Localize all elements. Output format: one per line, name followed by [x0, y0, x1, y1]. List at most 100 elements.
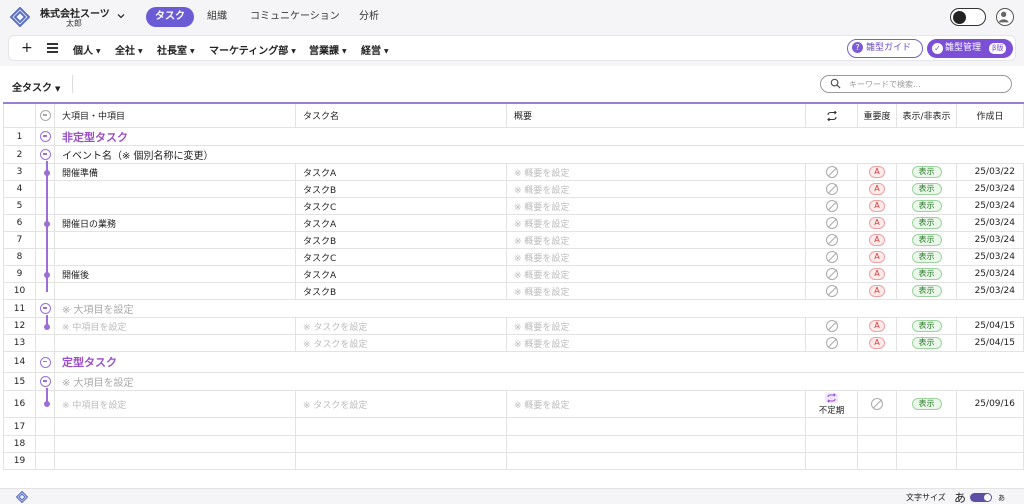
table-row[interactable]: 17 [3, 418, 1024, 436]
table-row[interactable]: 10 タスクB ※ 概要を設定 A 表示 25/03/24 [3, 283, 1024, 300]
task-summary[interactable]: ※ 概要を設定 [507, 249, 806, 265]
empty-cell[interactable] [957, 418, 1024, 435]
repeat-cell[interactable] [806, 198, 858, 214]
add-button[interactable]: + [21, 40, 33, 56]
empty-cell[interactable] [806, 436, 858, 452]
repeat-cell[interactable] [806, 266, 858, 282]
task-summary[interactable]: ※ 概要を設定 [507, 335, 806, 351]
priority-badge[interactable]: A [869, 251, 885, 263]
priority-badge[interactable]: A [869, 166, 885, 178]
tab-analysis[interactable]: 分析 [350, 7, 388, 27]
mid-item-label[interactable] [55, 181, 296, 197]
empty-cell[interactable] [55, 453, 296, 469]
table-row[interactable]: 3 開催準備 タスクA ※ 概要を設定 A 表示 25/03/22 [3, 164, 1024, 181]
tab-organization[interactable]: 組織 [198, 7, 236, 27]
task-summary[interactable]: ※ 概要を設定 [507, 391, 806, 417]
visibility-cell[interactable]: 表示 [897, 266, 957, 282]
collapse-icon[interactable] [39, 131, 51, 142]
visibility-cell[interactable]: 表示 [897, 232, 957, 248]
priority-cell[interactable]: A [858, 215, 897, 231]
task-summary[interactable]: ※ 概要を設定 [507, 181, 806, 197]
task-name[interactable]: タスクA [296, 164, 507, 180]
task-summary[interactable]: ※ 概要を設定 [507, 215, 806, 231]
chevron-down-icon[interactable] [116, 11, 126, 21]
priority-cell[interactable]: A [858, 164, 897, 180]
filter-marketing[interactable]: マーケティング部 ▼ [209, 42, 296, 57]
mid-item-label[interactable]: ※ 中項目を設定 [55, 391, 296, 417]
menu-icon[interactable] [47, 43, 58, 53]
empty-cell[interactable] [957, 436, 1024, 452]
task-name[interactable]: タスクC [296, 198, 507, 214]
repeat-cell[interactable] [806, 215, 858, 231]
table-row[interactable]: 16 ※ 中項目を設定 ※ タスクを設定 ※ 概要を設定 不定期 表示 25/09/16 [3, 391, 1024, 418]
empty-cell[interactable] [806, 453, 858, 469]
task-name[interactable]: タスクB [296, 181, 507, 197]
task-summary[interactable]: ※ 概要を設定 [507, 283, 806, 299]
mid-item-label[interactable]: 開催準備 [55, 164, 296, 180]
table-row[interactable]: 4 タスクB ※ 概要を設定 A 表示 25/03/24 [3, 181, 1024, 198]
mid-item-label[interactable] [55, 198, 296, 214]
table-row[interactable]: 5 タスクC ※ 概要を設定 A 表示 25/03/24 [3, 198, 1024, 215]
filter-management[interactable]: 経営 ▼ [361, 42, 389, 57]
font-size-slider[interactable] [970, 493, 992, 502]
collapse-icon[interactable] [39, 356, 51, 368]
table-row[interactable]: 12 ※ 中項目を設定 ※ タスクを設定 ※ 概要を設定 A 表示 25/04/15 [3, 318, 1024, 335]
collapse-icon[interactable] [39, 149, 51, 160]
mid-item-label[interactable] [55, 335, 296, 351]
repeat-cell[interactable] [806, 283, 858, 299]
visibility-badge[interactable]: 表示 [911, 200, 942, 212]
collapse-icon[interactable] [39, 376, 51, 387]
priority-badge[interactable]: A [869, 183, 885, 195]
font-size-large[interactable]: あ [954, 489, 966, 504]
template-manage-button[interactable]: ✓ 雛型管理 β版 [927, 39, 1013, 58]
visibility-cell[interactable]: 表示 [897, 198, 957, 214]
tab-communication[interactable]: コミュニケーション [241, 7, 349, 27]
visibility-cell[interactable]: 表示 [897, 215, 957, 231]
task-name[interactable]: タスクB [296, 232, 507, 248]
empty-cell[interactable] [897, 453, 957, 469]
task-summary[interactable]: ※ 概要を設定 [507, 198, 806, 214]
repeat-cell[interactable] [806, 318, 858, 334]
section-title[interactable]: 非定型タスク [55, 128, 1024, 145]
repeat-cell[interactable] [806, 249, 858, 265]
empty-cell[interactable] [296, 436, 507, 452]
section-title[interactable]: 定型タスク [55, 352, 1024, 372]
priority-cell[interactable]: A [858, 232, 897, 248]
empty-cell[interactable] [897, 436, 957, 452]
visibility-badge[interactable]: 表示 [911, 166, 942, 178]
priority-badge[interactable]: A [869, 285, 885, 297]
visibility-badge[interactable]: 表示 [911, 251, 942, 263]
mid-item-label[interactable] [55, 283, 296, 299]
empty-cell[interactable] [858, 418, 897, 435]
empty-cell[interactable] [858, 453, 897, 469]
font-size-small[interactable]: あ [998, 493, 1005, 503]
task-summary[interactable]: ※ 概要を設定 [507, 318, 806, 334]
filter-president-office[interactable]: 社長室 ▼ [157, 42, 195, 57]
repeat-cell[interactable] [806, 335, 858, 351]
mid-item-label[interactable]: 開催後 [55, 266, 296, 282]
table-row[interactable]: 15 ※ 大項目を設定 [3, 373, 1024, 391]
repeat-cell[interactable] [806, 164, 858, 180]
visibility-badge[interactable]: 表示 [911, 217, 942, 229]
table-row[interactable]: 13 ※ タスクを設定 ※ 概要を設定 A 表示 25/04/15 [3, 335, 1024, 352]
mid-item-label[interactable]: 開催日の業務 [55, 215, 296, 231]
visibility-cell[interactable]: 表示 [897, 283, 957, 299]
visibility-badge[interactable]: 表示 [911, 234, 942, 246]
priority-badge[interactable]: A [869, 200, 885, 212]
empty-cell[interactable] [858, 436, 897, 452]
visibility-badge[interactable]: 表示 [911, 183, 942, 195]
mid-item-label[interactable] [55, 232, 296, 248]
empty-cell[interactable] [55, 418, 296, 435]
task-summary[interactable]: ※ 概要を設定 [507, 164, 806, 180]
empty-cell[interactable] [507, 418, 806, 435]
collapse-icon[interactable] [39, 303, 51, 314]
priority-cell[interactable]: A [858, 181, 897, 197]
empty-cell[interactable] [897, 418, 957, 435]
section-row[interactable]: 14 定型タスク [3, 352, 1024, 373]
visibility-badge[interactable]: 表示 [911, 268, 942, 280]
table-row[interactable]: 7 タスクB ※ 概要を設定 A 表示 25/03/24 [3, 232, 1024, 249]
table-row[interactable]: 2 イベント名（※ 個別名称に変更） [3, 146, 1024, 164]
empty-cell[interactable] [507, 436, 806, 452]
tab-task[interactable]: タスク [146, 7, 194, 27]
empty-cell[interactable] [957, 453, 1024, 469]
